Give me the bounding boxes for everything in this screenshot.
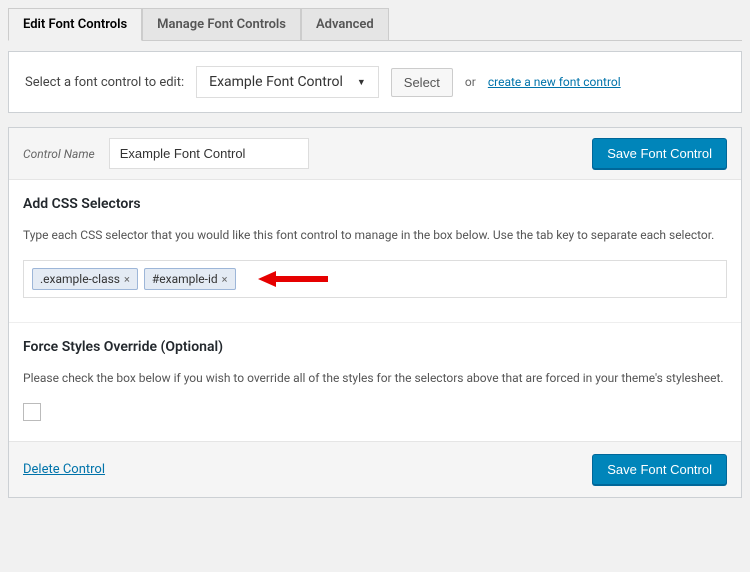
- css-selectors-section: Add CSS Selectors Type each CSS selector…: [9, 180, 741, 314]
- or-text: or: [465, 75, 476, 89]
- annotation-arrow-icon: [258, 269, 328, 289]
- css-tag-label: #example-id: [152, 272, 218, 286]
- save-font-control-button-bottom[interactable]: Save Font Control: [592, 454, 727, 485]
- main-panel: Control Name Save Font Control Add CSS S…: [8, 127, 742, 498]
- close-icon[interactable]: ×: [124, 273, 130, 286]
- css-selectors-heading: Add CSS Selectors: [23, 196, 727, 212]
- select-button[interactable]: Select: [391, 68, 453, 97]
- delete-control-link[interactable]: Delete Control: [23, 462, 105, 477]
- font-control-dropdown[interactable]: Example Font Control ▼: [196, 66, 379, 98]
- force-styles-heading: Force Styles Override (Optional): [23, 339, 727, 355]
- control-header-row: Control Name Save Font Control: [9, 128, 741, 180]
- css-selector-tag-input[interactable]: .example-class × #example-id ×: [23, 260, 727, 298]
- tab-bar: Edit Font Controls Manage Font Controls …: [8, 8, 742, 41]
- save-font-control-button-top[interactable]: Save Font Control: [592, 138, 727, 169]
- select-control-label: Select a font control to edit:: [25, 75, 184, 90]
- close-icon[interactable]: ×: [222, 273, 228, 286]
- tab-edit-font-controls[interactable]: Edit Font Controls: [8, 8, 142, 41]
- css-selectors-description: Type each CSS selector that you would li…: [23, 226, 727, 244]
- control-name-label: Control Name: [23, 147, 95, 161]
- chevron-down-icon: ▼: [357, 77, 366, 88]
- control-name-input[interactable]: [109, 138, 309, 169]
- tab-manage-font-controls[interactable]: Manage Font Controls: [142, 8, 301, 40]
- css-tag: .example-class ×: [32, 268, 138, 290]
- force-styles-checkbox[interactable]: [23, 403, 41, 421]
- dropdown-selected-value: Example Font Control: [209, 74, 343, 90]
- force-styles-section: Force Styles Override (Optional) Please …: [9, 323, 741, 441]
- force-styles-description: Please check the box below if you wish t…: [23, 369, 727, 387]
- tab-advanced[interactable]: Advanced: [301, 8, 389, 40]
- footer-row: Delete Control Save Font Control: [9, 441, 741, 497]
- css-tag: #example-id ×: [144, 268, 236, 290]
- select-control-panel: Select a font control to edit: Example F…: [8, 51, 742, 113]
- create-new-font-control-link[interactable]: create a new font control: [488, 75, 621, 89]
- css-tag-label: .example-class: [40, 272, 120, 286]
